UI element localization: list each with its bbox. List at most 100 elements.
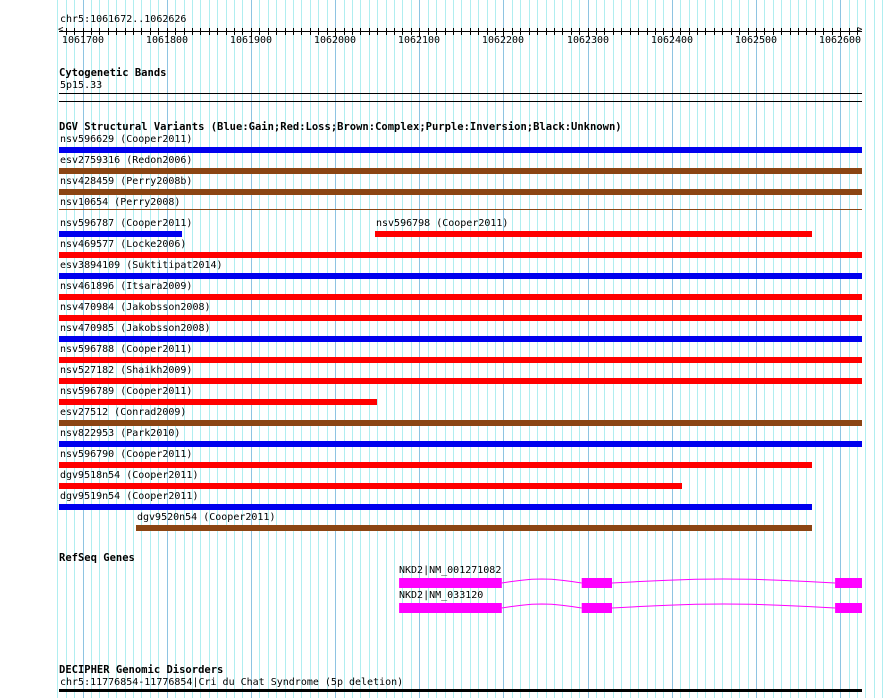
sv-feature-label[interactable]: nsv596629 (Cooper2011) <box>60 134 192 145</box>
ruler-tick-label: 1062100 <box>397 35 441 46</box>
grid-line-major <box>335 0 336 698</box>
ruler-tick-minor <box>108 28 109 35</box>
exon-block <box>835 578 862 588</box>
ruler-tick-minor <box>832 28 833 35</box>
track-divider <box>59 101 862 102</box>
grid-line-minor <box>630 0 631 698</box>
sv-feature-bar-loss[interactable] <box>59 315 862 321</box>
grid-line-minor <box>613 0 614 698</box>
sv-feature-label[interactable]: nsv596798 (Cooper2011) <box>376 218 508 229</box>
sv-feature-label[interactable]: nsv470984 (Jakobsson2008) <box>60 302 211 313</box>
decipher-feature-label[interactable]: chr5:11776854-11776854|Cri du Chat Syndr… <box>60 677 403 688</box>
ruler-tick-minor <box>596 28 597 35</box>
sv-feature-bar-loss[interactable] <box>59 252 862 258</box>
sv-feature-bar-gain[interactable] <box>59 504 812 510</box>
grid-line-minor <box>722 0 723 698</box>
refseq-track-title: RefSeq Genes <box>59 552 135 564</box>
sv-feature-label[interactable]: nsv596787 (Cooper2011) <box>60 218 192 229</box>
sv-feature-bar-complex[interactable] <box>59 168 862 174</box>
ruler-tick-minor <box>259 28 260 35</box>
ruler-tick-minor <box>226 28 227 35</box>
ruler-tick-minor <box>739 28 740 35</box>
gene-model[interactable] <box>0 574 890 588</box>
grid-line-minor <box>537 0 538 698</box>
ruler-tick-label: 1062500 <box>734 35 778 46</box>
sv-feature-bar-loss[interactable] <box>59 294 862 300</box>
sv-feature-bar-loss[interactable] <box>59 357 862 363</box>
grid-line-minor <box>857 0 858 698</box>
ruler-tick-minor <box>125 28 126 35</box>
ruler-tick-minor <box>773 28 774 35</box>
grid-line-major <box>840 0 841 698</box>
intron-line <box>501 578 582 584</box>
grid-line-minor <box>318 0 319 698</box>
ruler-tick-minor <box>562 28 563 35</box>
intron-line <box>501 603 582 609</box>
sv-feature-label[interactable]: nsv461896 (Itsara2009) <box>60 281 192 292</box>
grid-line-minor <box>293 0 294 698</box>
grid-line-minor <box>705 0 706 698</box>
gene-model[interactable] <box>0 599 890 613</box>
sv-feature-label[interactable]: nsv527182 (Shaikh2009) <box>60 365 192 376</box>
sv-feature-bar-complex[interactable] <box>59 209 862 210</box>
sv-feature-label[interactable]: dgv9519n54 (Cooper2011) <box>60 491 198 502</box>
sv-feature-bar-complex[interactable] <box>59 189 862 195</box>
ruler-arrow-left[interactable]: < <box>58 25 63 35</box>
sv-feature-bar-loss[interactable] <box>59 462 812 468</box>
ruler-tick-minor <box>436 28 437 35</box>
grid-line-minor <box>731 0 732 698</box>
sv-feature-label[interactable]: nsv596790 (Cooper2011) <box>60 449 192 460</box>
grid-line-minor <box>217 0 218 698</box>
ruler-tick-minor <box>184 28 185 35</box>
grid-line-minor <box>360 0 361 698</box>
sv-feature-label[interactable]: nsv822953 (Park2010) <box>60 428 180 439</box>
grid-line-minor <box>285 0 286 698</box>
sv-feature-bar-loss[interactable] <box>59 378 862 384</box>
ruler-tick-minor <box>781 28 782 35</box>
sv-feature-bar-loss[interactable] <box>59 483 682 489</box>
sv-feature-bar-gain[interactable] <box>59 147 862 153</box>
ruler-tick-minor <box>663 28 664 35</box>
grid-line-major <box>756 0 757 698</box>
grid-line-minor <box>268 0 269 698</box>
sv-feature-label[interactable]: esv3894109 (Suktitipat2014) <box>60 260 223 271</box>
grid-line-major <box>251 0 252 698</box>
sv-feature-label[interactable]: nsv596788 (Cooper2011) <box>60 344 192 355</box>
sv-feature-label[interactable]: nsv428459 (Perry2008b) <box>60 176 192 187</box>
sv-feature-label[interactable]: nsv469577 (Locke2006) <box>60 239 186 250</box>
sv-feature-bar-loss[interactable] <box>375 231 812 237</box>
cyto-band-label[interactable]: 5p15.33 <box>60 80 102 91</box>
grid-line-minor <box>57 0 58 698</box>
ruler-tick-minor <box>806 28 807 35</box>
ruler-tick-minor <box>116 28 117 35</box>
sv-feature-bar-gain[interactable] <box>59 336 862 342</box>
grid-line-minor <box>487 0 488 698</box>
sv-feature-label[interactable]: dgv9518n54 (Cooper2011) <box>60 470 198 481</box>
sv-feature-bar-complex[interactable] <box>136 525 812 531</box>
sv-feature-bar-gain[interactable] <box>59 273 862 279</box>
sv-feature-label[interactable]: nsv470985 (Jakobsson2008) <box>60 323 211 334</box>
grid-line-minor <box>689 0 690 698</box>
sv-feature-label[interactable]: esv2759316 (Redon2006) <box>60 155 192 166</box>
ruler-arrow-right[interactable]: > <box>857 25 862 35</box>
sv-feature-label[interactable]: nsv10654 (Perry2008) <box>60 197 180 208</box>
grid-line-major <box>588 0 589 698</box>
grid-line-minor <box>554 0 555 698</box>
exon-block <box>835 603 862 613</box>
ruler-tick-minor <box>310 28 311 35</box>
sv-feature-label[interactable]: dgv9520n54 (Cooper2011) <box>137 512 275 523</box>
ruler-tick-minor <box>613 28 614 35</box>
ruler-tick-minor <box>158 28 159 35</box>
dgv-track-title: DGV Structural Variants (Blue:Gain;Red:L… <box>59 121 622 133</box>
grid-line-minor <box>647 0 648 698</box>
location-label: chr5:1061672..1062626 <box>60 14 187 25</box>
sv-feature-bar-loss[interactable] <box>59 399 377 405</box>
sv-feature-bar-gain[interactable] <box>59 231 182 237</box>
decipher-feature-bar[interactable] <box>59 689 862 692</box>
ruler-tick-minor <box>217 28 218 35</box>
sv-feature-label[interactable]: nsv596789 (Cooper2011) <box>60 386 192 397</box>
ruler-tick-minor <box>748 28 749 35</box>
sv-feature-bar-gain[interactable] <box>59 441 862 447</box>
sv-feature-bar-complex[interactable] <box>59 420 862 426</box>
sv-feature-label[interactable]: esv27512 (Conrad2009) <box>60 407 186 418</box>
